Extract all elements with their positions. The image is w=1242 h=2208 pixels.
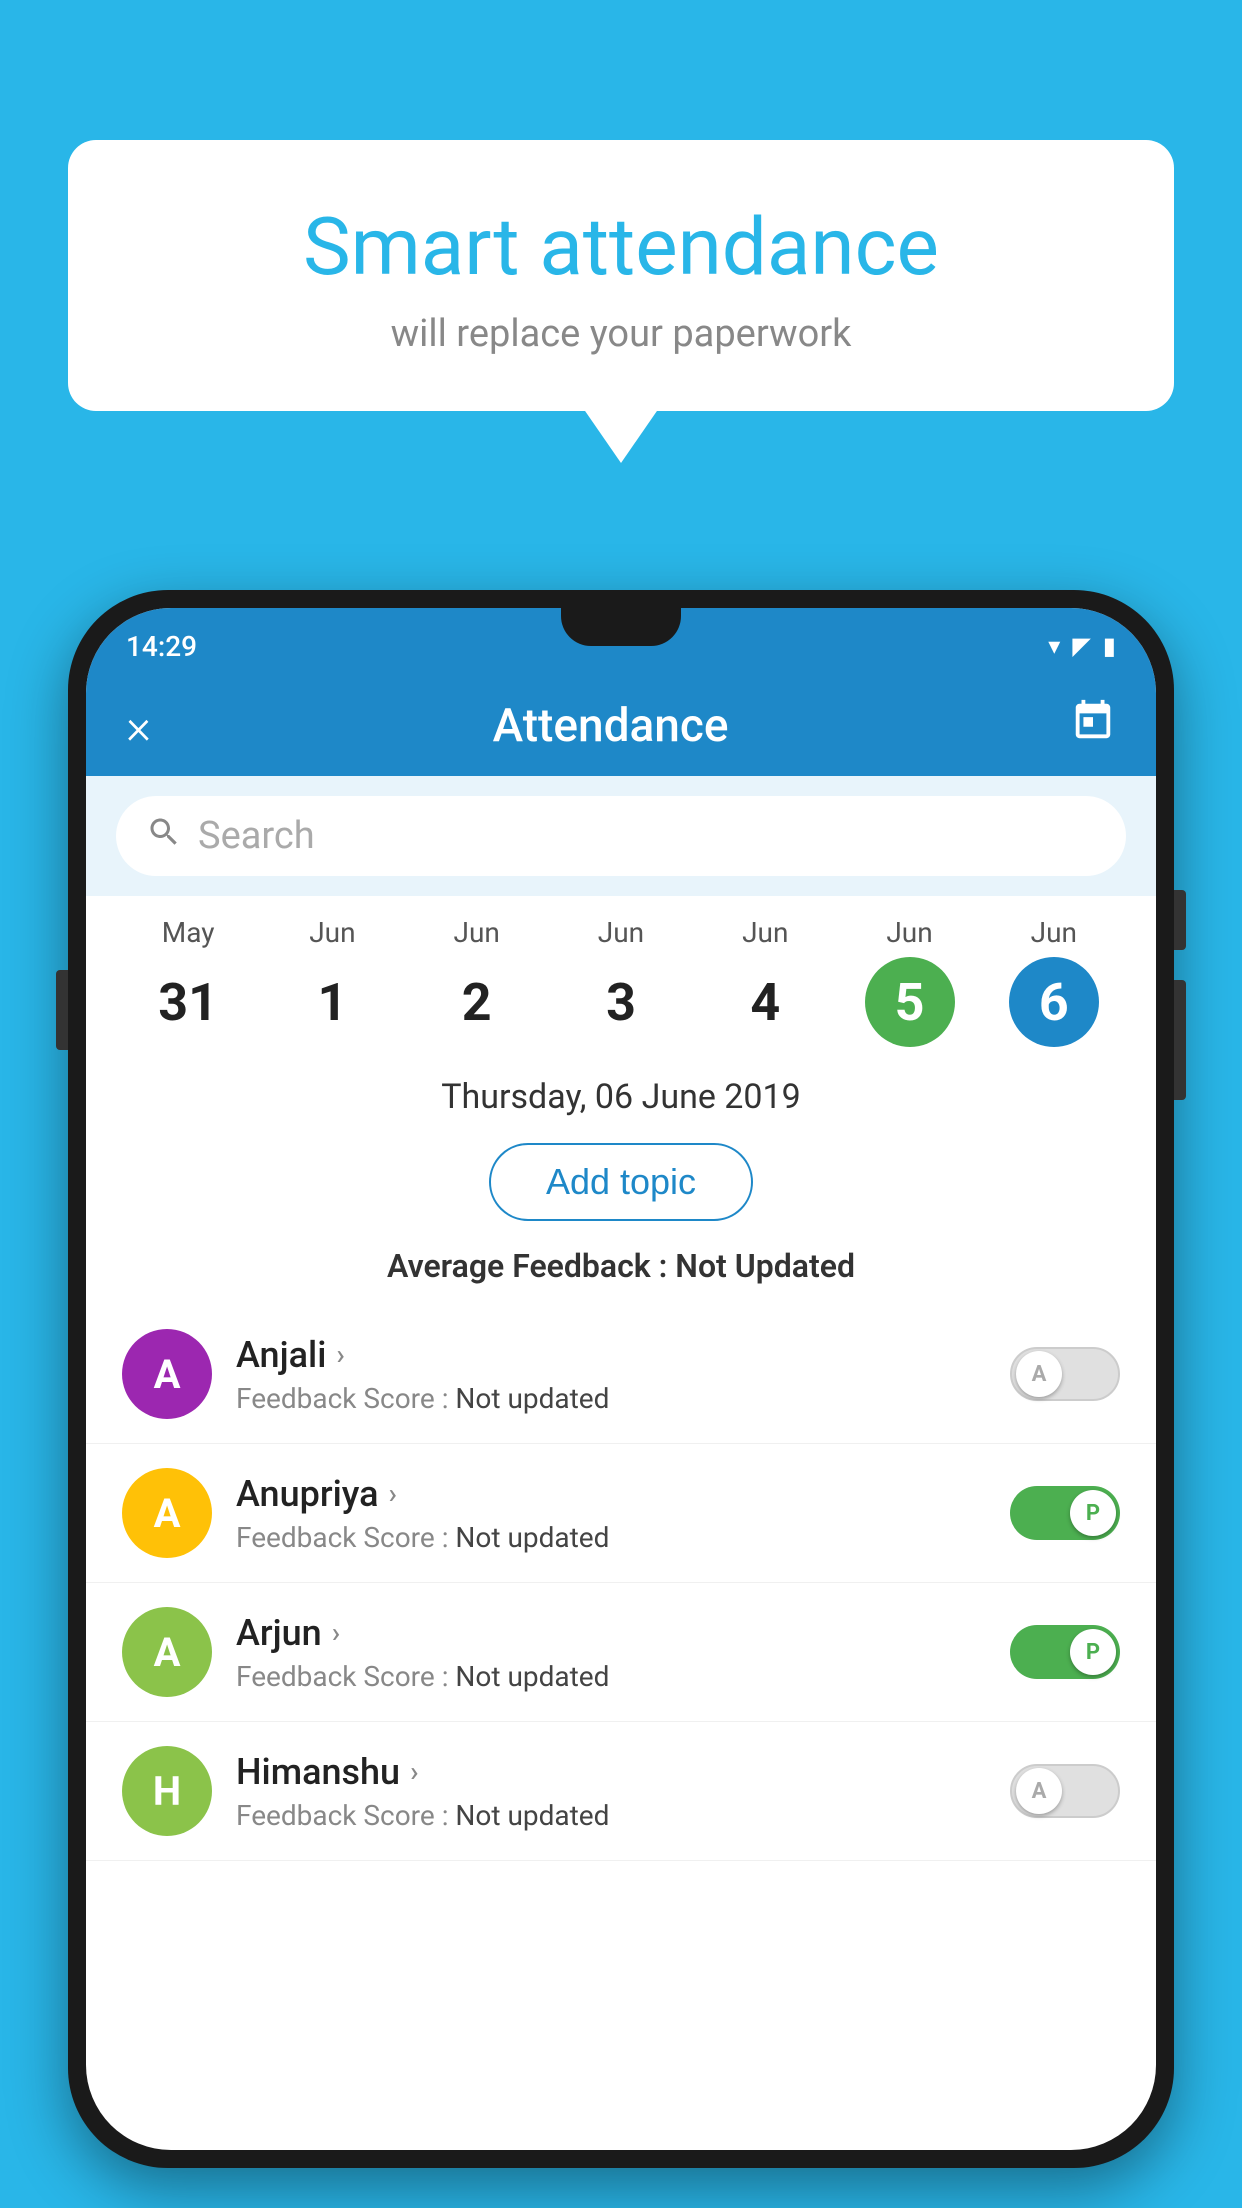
- calendar-day[interactable]: Jun 4: [705, 916, 825, 1047]
- calendar-day[interactable]: Jun 5: [850, 916, 970, 1047]
- side-button-left: [56, 970, 68, 1050]
- toggle-knob: A: [1016, 1351, 1062, 1397]
- student-name: Arjun ›: [236, 1612, 986, 1654]
- calendar-day[interactable]: Jun 1: [272, 916, 392, 1047]
- calendar-day[interactable]: Jun 6: [994, 916, 1114, 1047]
- day-number: 6: [1009, 957, 1099, 1047]
- search-icon: [146, 814, 182, 859]
- student-name: Anjali ›: [236, 1334, 986, 1376]
- student-info: Himanshu › Feedback Score : Not updated: [236, 1751, 986, 1832]
- signal-icon: ◤: [1072, 632, 1090, 660]
- attendance-toggle[interactable]: A: [1010, 1347, 1120, 1401]
- speech-bubble-container: Smart attendance will replace your paper…: [68, 140, 1174, 411]
- calendar-strip: May 31 Jun 1 Jun 2 Jun 3 Jun 4 Jun 5 Jun 6: [86, 896, 1156, 1057]
- student-item[interactable]: A Arjun › Feedback Score : Not updated P: [86, 1583, 1156, 1722]
- phone-notch: [561, 608, 681, 646]
- day-month: Jun: [309, 916, 355, 949]
- add-topic-button[interactable]: Add topic: [489, 1143, 753, 1221]
- chevron-icon: ›: [410, 1755, 418, 1788]
- student-list: AAnjali ›Feedback Score : Not updatedAAA…: [86, 1305, 1156, 1861]
- day-number: 5: [865, 957, 955, 1047]
- speech-bubble: Smart attendance will replace your paper…: [68, 140, 1174, 411]
- student-feedback: Feedback Score : Not updated: [236, 1521, 986, 1554]
- avg-feedback-label: Average Feedback :: [387, 1247, 667, 1285]
- student-item[interactable]: A Anupriya › Feedback Score : Not updated P: [86, 1444, 1156, 1583]
- day-month: May: [162, 916, 215, 949]
- day-month: Jun: [598, 916, 644, 949]
- attendance-toggle[interactable]: P: [1010, 1625, 1120, 1679]
- student-avatar: H: [122, 1746, 212, 1836]
- search-container: Search: [86, 776, 1156, 896]
- day-number: 3: [576, 957, 666, 1047]
- toggle-knob: P: [1070, 1490, 1116, 1536]
- phone-screen: 14:29 ▾ ◤ ▮ × Attendance: [86, 608, 1156, 2150]
- student-info: Arjun › Feedback Score : Not updated: [236, 1612, 986, 1693]
- student-avatar: A: [122, 1329, 212, 1419]
- wifi-icon: ▾: [1048, 632, 1060, 660]
- status-time: 14:29: [126, 630, 197, 663]
- app-header: × Attendance: [86, 676, 1156, 776]
- day-month: Jun: [742, 916, 788, 949]
- student-info: Anupriya › Feedback Score : Not updated: [236, 1473, 986, 1554]
- calendar-icon[interactable]: [1070, 698, 1116, 754]
- student-info: Anjali › Feedback Score : Not updated: [236, 1334, 986, 1415]
- day-month: Jun: [454, 916, 500, 949]
- close-button[interactable]: ×: [126, 698, 151, 755]
- avg-feedback: Average Feedback : Not Updated: [86, 1237, 1156, 1305]
- day-number: 1: [287, 957, 377, 1047]
- add-topic-container: Add topic: [86, 1127, 1156, 1237]
- calendar-day[interactable]: Jun 2: [417, 916, 537, 1047]
- selected-date: Thursday, 06 June 2019: [441, 1077, 801, 1117]
- avg-feedback-value: Not Updated: [675, 1247, 855, 1285]
- student-feedback: Feedback Score : Not updated: [236, 1660, 986, 1693]
- toggle-knob: A: [1016, 1768, 1062, 1814]
- calendar-day[interactable]: Jun 3: [561, 916, 681, 1047]
- student-feedback: Feedback Score : Not updated: [236, 1382, 986, 1415]
- attendance-toggle[interactable]: A: [1010, 1764, 1120, 1818]
- search-placeholder: Search: [198, 814, 315, 858]
- student-avatar: A: [122, 1468, 212, 1558]
- chevron-icon: ›: [332, 1616, 340, 1649]
- chevron-icon: ›: [389, 1477, 397, 1510]
- side-button-right-1: [1174, 890, 1186, 950]
- search-bar[interactable]: Search: [116, 796, 1126, 876]
- chevron-icon: ›: [336, 1338, 344, 1371]
- day-number: 2: [432, 957, 522, 1047]
- status-icons: ▾ ◤ ▮: [1048, 632, 1116, 660]
- student-avatar: A: [122, 1607, 212, 1697]
- header-title: Attendance: [493, 699, 729, 753]
- toggle-knob: P: [1070, 1629, 1116, 1675]
- battery-icon: ▮: [1103, 632, 1116, 660]
- phone-frame: 14:29 ▾ ◤ ▮ × Attendance: [68, 590, 1174, 2168]
- day-number: 31: [143, 957, 233, 1047]
- attendance-toggle[interactable]: P: [1010, 1486, 1120, 1540]
- date-info: Thursday, 06 June 2019: [86, 1057, 1156, 1127]
- student-name: Anupriya ›: [236, 1473, 986, 1515]
- calendar-day[interactable]: May 31: [128, 916, 248, 1047]
- day-month: Jun: [1031, 916, 1077, 949]
- day-month: Jun: [886, 916, 932, 949]
- student-item[interactable]: H Himanshu › Feedback Score : Not updated A: [86, 1722, 1156, 1861]
- day-number: 4: [720, 957, 810, 1047]
- student-item[interactable]: A Anjali › Feedback Score : Not updated A: [86, 1305, 1156, 1444]
- bubble-subtitle: will replace your paperwork: [118, 312, 1124, 356]
- side-button-right-2: [1174, 980, 1186, 1100]
- student-feedback: Feedback Score : Not updated: [236, 1799, 986, 1832]
- bubble-title: Smart attendance: [118, 200, 1124, 294]
- student-name: Himanshu ›: [236, 1751, 986, 1793]
